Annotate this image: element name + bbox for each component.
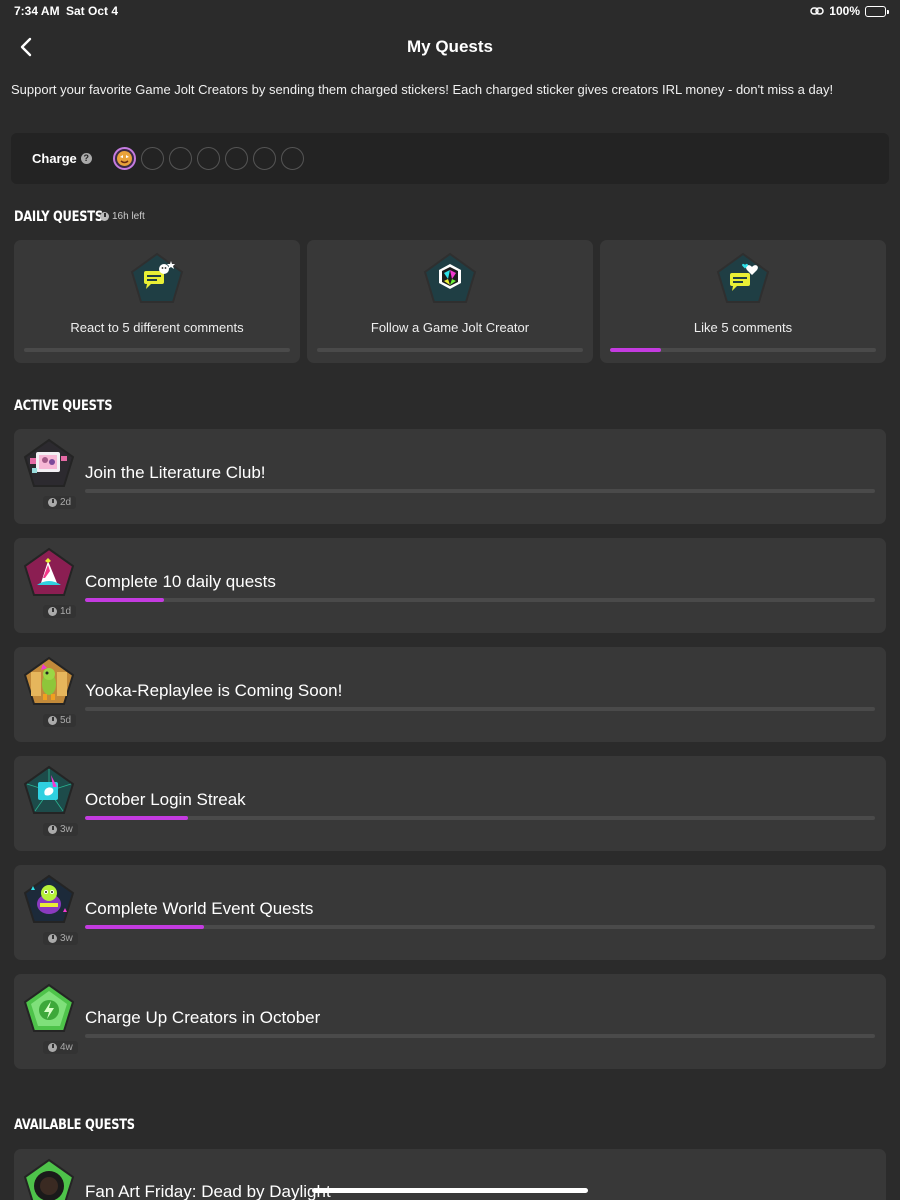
quest-title: Charge Up Creators in October	[85, 1008, 321, 1027]
charged-sticker-icon	[117, 151, 132, 166]
battery-percent: 100%	[829, 4, 860, 18]
follow-creator-icon	[423, 252, 477, 303]
charge-slot-filled	[113, 147, 136, 170]
active-quests-heading: ACTIVE QUESTS	[14, 398, 113, 414]
available-quests-heading: AVAILABLE QUESTS	[14, 1117, 135, 1133]
daily-quest-card[interactable]: Like 5 comments	[600, 240, 886, 363]
quest-title: Join the Literature Club!	[85, 463, 266, 482]
literature-club-icon	[23, 438, 75, 487]
daily-quests-heading: DAILY QUESTS	[14, 209, 103, 225]
quest-time-text: 2d	[60, 497, 72, 508]
active-quests-list: 2d Join the Literature Club! 1d Complete…	[14, 429, 886, 1083]
quest-card[interactable]: 1d Complete 10 daily quests	[14, 538, 886, 633]
daily-quest-label: Follow a Game Jolt Creator	[370, 320, 530, 335]
status-right: 100%	[810, 4, 889, 18]
login-streak-icon	[23, 765, 75, 814]
quest-title: October Login Streak	[85, 790, 246, 809]
daily-quest-card[interactable]: React to 5 different comments	[14, 240, 300, 363]
world-event-icon	[23, 874, 75, 923]
charge-slot-empty	[281, 147, 304, 170]
daily-quest-progress-fill	[610, 348, 661, 352]
quest-time: 3w	[43, 932, 78, 945]
clock-icon	[48, 716, 57, 725]
comment-like-icon	[716, 252, 770, 303]
charge-slot-empty	[197, 147, 220, 170]
status-date: Sat Oct 4	[66, 4, 119, 18]
battery-icon	[865, 5, 889, 17]
daily-quest-label: Like 5 comments	[693, 320, 793, 335]
daily-quest-progress	[610, 348, 876, 352]
quest-time-text: 3w	[60, 933, 73, 944]
quest-progress-fill	[85, 816, 188, 820]
quest-title: Complete 10 daily quests	[85, 572, 276, 591]
comment-react-icon	[130, 252, 184, 303]
charge-label: Charge	[32, 151, 77, 166]
quest-time-text: 1d	[60, 606, 72, 617]
daily-quest-card[interactable]: Follow a Game Jolt Creator	[307, 240, 593, 363]
page-title: My Quests	[407, 37, 493, 56]
charge-slot-empty	[141, 147, 164, 170]
link-icon	[810, 7, 825, 15]
daily-time-left-text: 16h left	[112, 211, 145, 222]
quest-time: 1d	[43, 605, 77, 618]
clock-icon	[48, 1043, 57, 1052]
clock-icon	[100, 212, 109, 221]
charge-label-wrap[interactable]: Charge ?	[32, 151, 92, 166]
status-time: 7:34 AM	[14, 4, 60, 18]
yooka-icon	[23, 656, 75, 705]
quest-time-text: 3w	[60, 824, 73, 835]
charge-slots	[113, 147, 304, 170]
quest-title: Yooka-Replaylee is Coming Soon!	[85, 681, 343, 700]
quest-progress	[85, 1034, 875, 1038]
clock-icon	[48, 934, 57, 943]
quest-title: Complete World Event Quests	[85, 899, 314, 918]
home-indicator[interactable]	[312, 1188, 588, 1193]
charge-card: Charge ?	[11, 133, 889, 184]
quest-progress	[85, 707, 875, 711]
daily-time-left: 16h left	[100, 211, 145, 222]
daily-quest-progress	[24, 348, 290, 352]
quest-card[interactable]: 4w Charge Up Creators in October	[14, 974, 886, 1069]
fan-art-icon	[23, 1158, 75, 1200]
quest-title: Fan Art Friday: Dead by Daylight	[85, 1182, 331, 1200]
quest-progress	[85, 816, 875, 820]
quest-progress-fill	[85, 598, 164, 602]
quest-time: 3w	[43, 823, 78, 836]
quest-card[interactable]: 5d Yooka-Replaylee is Coming Soon!	[14, 647, 886, 742]
quest-card[interactable]: 3w Complete World Event Quests	[14, 865, 886, 960]
quest-time-text: 4w	[60, 1042, 73, 1053]
help-icon[interactable]: ?	[80, 153, 92, 164]
quest-time: 4w	[43, 1041, 78, 1054]
daily-quest-label: React to 5 different comments	[70, 320, 244, 335]
charge-slot-empty	[225, 147, 248, 170]
quest-progress-fill	[85, 925, 204, 929]
clock-icon	[48, 607, 57, 616]
quest-time-text: 5d	[60, 715, 72, 726]
quest-progress	[85, 489, 875, 493]
quest-time: 2d	[43, 496, 77, 509]
charge-creators-icon	[23, 983, 75, 1032]
quest-time: 5d	[43, 714, 77, 727]
quest-progress	[85, 598, 875, 602]
quest-progress	[85, 925, 875, 929]
clock-icon	[48, 498, 57, 507]
quest-card[interactable]: 2d Join the Literature Club!	[14, 429, 886, 524]
status-bar: 7:34 AM Sat Oct 4 100%	[0, 0, 900, 22]
clock-icon	[48, 825, 57, 834]
quest-card[interactable]: 3w October Login Streak	[14, 756, 886, 851]
daily-quest-progress	[317, 348, 583, 352]
party-hat-icon	[23, 547, 75, 596]
daily-quests-row: React to 5 different comments Follow a G…	[14, 240, 886, 363]
nav-bar: My Quests	[0, 30, 900, 64]
intro-text: Support your favorite Game Jolt Creators…	[11, 82, 834, 97]
charge-slot-empty	[253, 147, 276, 170]
charge-slot-empty	[169, 147, 192, 170]
